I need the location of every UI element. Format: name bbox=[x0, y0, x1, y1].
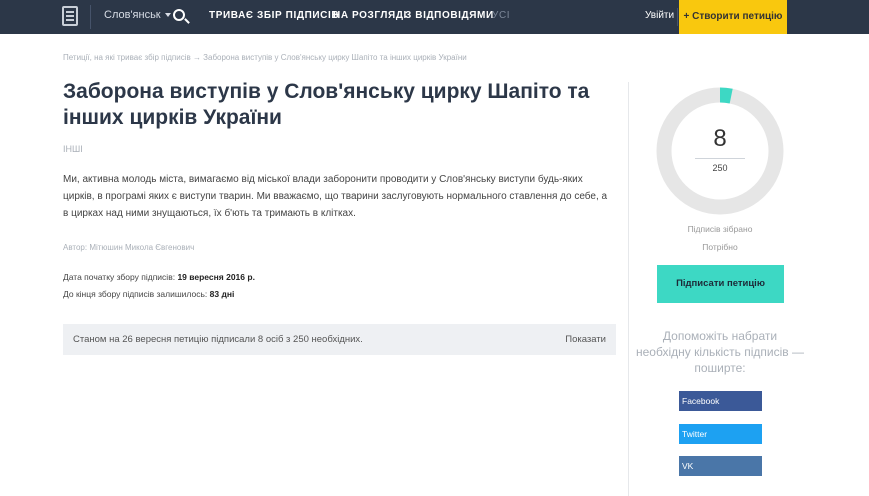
nav-under-review[interactable]: НА РОЗГЛЯДІ bbox=[333, 10, 407, 21]
signature-status-bar: Станом на 26 вересня петицію підписали 8… bbox=[63, 324, 616, 355]
petition-author: Автор: Мітюшин Микола Євгенович bbox=[63, 243, 195, 252]
create-petition-button[interactable]: + Створити петицію bbox=[679, 0, 787, 34]
login-link[interactable]: Увійти bbox=[645, 10, 674, 21]
needed-count: 250 bbox=[712, 163, 728, 173]
chevron-down-icon bbox=[164, 13, 171, 18]
header-divider-right bbox=[677, 8, 678, 26]
start-date-row: Дата початку збору підписів: 19 вересня … bbox=[63, 272, 255, 282]
category-badge[interactable]: ІНШІ bbox=[63, 144, 83, 154]
top-navbar: Слов'янськ ТРИВАЄ ЗБІР ПІДПИСІВ НА РОЗГЛ… bbox=[0, 0, 869, 34]
petition-description: Ми, активна молодь міста, вимагаємо від … bbox=[63, 174, 608, 219]
petition-logo-icon[interactable] bbox=[62, 6, 78, 26]
remaining-label: До кінця збору підписів залишилось: bbox=[63, 289, 208, 299]
count-divider bbox=[695, 158, 745, 159]
breadcrumb[interactable]: Петиції, на які триває збір підписів → З… bbox=[63, 53, 467, 62]
sign-petition-button[interactable]: Підписати петицію bbox=[657, 265, 784, 303]
sidebar-divider bbox=[628, 82, 629, 496]
share-twitter-button[interactable]: Twitter bbox=[679, 424, 762, 444]
share-facebook-button[interactable]: Facebook bbox=[679, 391, 762, 411]
collected-label: Підписів зібрано bbox=[687, 224, 753, 234]
nav-answered[interactable]: З ВІДПОВІДЯМИ bbox=[405, 10, 494, 21]
search-icon[interactable] bbox=[173, 9, 185, 21]
nav-collecting[interactable]: ТРИВАЄ ЗБІР ПІДПИСІВ bbox=[209, 10, 339, 21]
share-prompt: Допоможіть набрати необхідну кількість п… bbox=[636, 329, 804, 375]
header-divider bbox=[90, 5, 91, 29]
start-date-label: Дата початку збору підписів: bbox=[63, 272, 176, 282]
start-date-value: 19 вересня 2016 р. bbox=[177, 272, 255, 282]
remaining-row: До кінця збору підписів залишилось: 83 д… bbox=[63, 289, 234, 299]
show-signatures-link[interactable]: Показати bbox=[565, 334, 606, 345]
needed-label: Потрібно bbox=[702, 242, 738, 252]
petition-title: Заборона виступів у Слов'янську цирку Ша… bbox=[63, 80, 590, 129]
nav-all[interactable]: УСІ bbox=[492, 10, 510, 21]
city-selector[interactable]: Слов'янськ bbox=[104, 9, 171, 21]
share-vk-button[interactable]: VK bbox=[679, 456, 762, 476]
remaining-value: 83 дні bbox=[209, 289, 235, 299]
signature-status-text: Станом на 26 вересня петицію підписали 8… bbox=[73, 334, 363, 345]
signed-count: 8 bbox=[713, 125, 727, 152]
city-label: Слов'янськ bbox=[104, 9, 161, 21]
